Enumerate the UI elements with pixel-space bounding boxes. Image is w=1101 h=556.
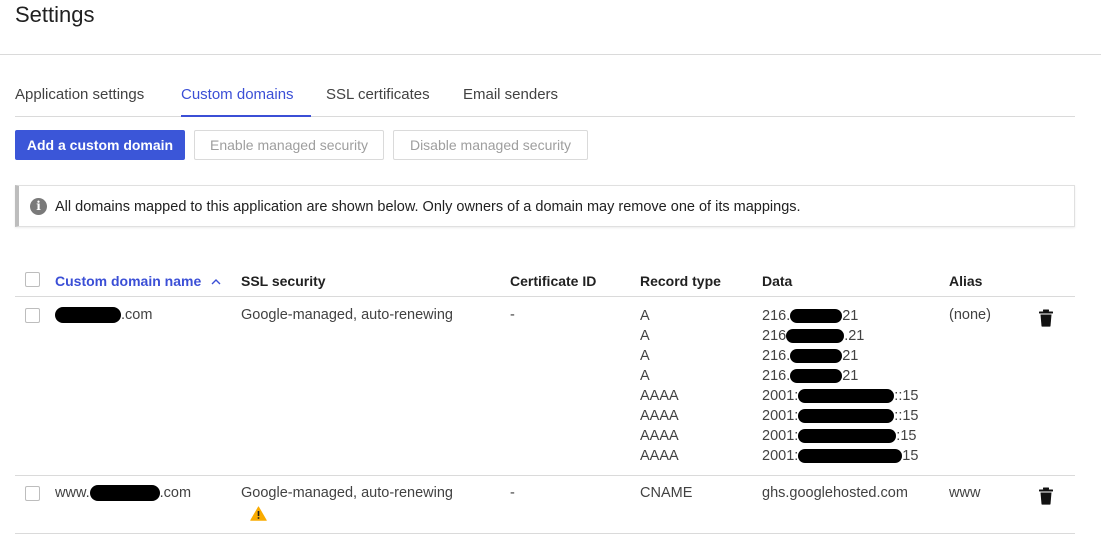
page-header: Settings — [0, 0, 1101, 55]
sort-ascending-icon — [211, 279, 221, 285]
redaction-mark — [798, 449, 903, 464]
domain-suffix: .com — [159, 485, 192, 501]
page-title: Settings — [15, 2, 95, 27]
domain-name-cell[interactable]: www. .com — [55, 485, 192, 502]
record-type: AAAA — [640, 448, 679, 464]
record-type: CNAME — [640, 485, 693, 501]
redaction-mark — [790, 349, 843, 364]
tab-custom-domains[interactable]: Custom domains — [181, 86, 294, 103]
redaction-mark — [798, 429, 897, 444]
tab-bar: Application settings Custom domains SSL … — [15, 76, 1075, 117]
alias-cell: (none) — [949, 307, 991, 323]
info-banner: i All domains mapped to this application… — [15, 185, 1075, 227]
record-type-list: A A A A AAAA AAAA AAAA AAAA — [640, 306, 679, 466]
column-header-ssl: SSL security — [241, 273, 326, 289]
record-data: 216.21 — [762, 326, 918, 346]
record-data-suffix: .21 — [844, 328, 865, 344]
info-icon: i — [30, 198, 47, 215]
record-type: AAAA — [640, 408, 679, 424]
column-header-domain[interactable]: Custom domain name — [55, 273, 221, 289]
active-tab-indicator — [181, 115, 311, 117]
column-header-alias: Alias — [949, 273, 983, 289]
column-header-domain-label: Custom domain name — [55, 273, 202, 289]
domains-table: Custom domain name SSL security Certific… — [15, 265, 1075, 534]
record-data-prefix: 216 — [762, 328, 787, 344]
record-data: ghs.googlehosted.com — [762, 485, 908, 501]
enable-managed-security-button[interactable]: Enable managed security — [194, 130, 384, 160]
record-data-prefix: 2001: — [762, 428, 799, 444]
record-data-prefix: 2001: — [762, 408, 799, 424]
record-data: 2001: :15 — [762, 426, 918, 446]
delete-icon[interactable] — [1038, 309, 1054, 327]
ssl-security-cell: Google-managed, auto-renewing — [241, 485, 453, 501]
record-type: A — [640, 328, 650, 344]
column-header-certificate-id: Certificate ID — [510, 273, 597, 289]
record-type: A — [640, 308, 650, 324]
record-type: A — [640, 368, 650, 384]
record-data-suffix: 21 — [842, 348, 859, 364]
redaction-mark — [798, 389, 895, 404]
column-header-record-type: Record type — [640, 273, 721, 289]
tab-application-settings[interactable]: Application settings — [15, 86, 144, 103]
record-data-prefix: 2001: — [762, 388, 799, 404]
select-all-checkbox[interactable] — [25, 272, 40, 287]
add-custom-domain-button[interactable]: Add a custom domain — [15, 130, 185, 160]
record-data: 216.21 — [762, 346, 918, 366]
domain-prefix: www. — [55, 485, 90, 501]
redaction-mark — [798, 409, 895, 424]
record-data: 216.21 — [762, 366, 918, 386]
record-data-suffix: ::15 — [894, 408, 919, 424]
record-data-suffix: ::15 — [894, 388, 919, 404]
record-data-prefix: 216. — [762, 308, 791, 324]
column-header-data: Data — [762, 273, 793, 289]
table-header: Custom domain name SSL security Certific… — [15, 265, 1075, 297]
ssl-security-cell: Google-managed, auto-renewing — [241, 307, 453, 323]
domain-suffix: .com — [121, 307, 153, 323]
redaction-mark — [89, 485, 160, 502]
record-data-prefix: 216. — [762, 348, 791, 364]
table-row: .com Google-managed, auto-renewing - A A… — [15, 297, 1075, 476]
row-checkbox[interactable] — [25, 486, 40, 501]
record-data-suffix: 21 — [842, 308, 859, 324]
redaction-mark — [790, 309, 843, 324]
domain-name-cell[interactable]: .com — [55, 307, 153, 324]
record-type: AAAA — [640, 428, 679, 444]
record-data: 216.21 — [762, 306, 918, 326]
record-data-list: 216. 21 216.21 216. 21 216. 21 2001:::15 20… — [762, 306, 918, 466]
alias-cell: www — [949, 485, 981, 501]
redaction-mark — [786, 329, 845, 344]
record-type: A — [640, 348, 650, 364]
record-data-suffix: 21 — [842, 368, 859, 384]
record-data-suffix: 15 — [902, 448, 919, 464]
disable-managed-security-button[interactable]: Disable managed security — [393, 130, 588, 160]
delete-icon[interactable] — [1038, 487, 1054, 505]
tab-ssl-certificates[interactable]: SSL certificates — [326, 86, 430, 103]
certificate-id-cell: - — [510, 307, 515, 323]
record-data: 2001: 15 — [762, 446, 918, 466]
record-data: 2001:::15 — [762, 386, 918, 406]
record-data: 2001:::15 — [762, 406, 918, 426]
info-message: All domains mapped to this application a… — [55, 199, 801, 215]
record-type: AAAA — [640, 388, 679, 404]
row-checkbox[interactable] — [25, 308, 40, 323]
tab-email-senders[interactable]: Email senders — [463, 86, 558, 103]
record-data-prefix: 2001: — [762, 448, 799, 464]
record-data-suffix: :15 — [896, 428, 917, 444]
warning-icon[interactable] — [250, 506, 267, 521]
table-row: www. .com Google-managed, auto-renewing -… — [15, 476, 1075, 534]
redaction-mark — [55, 307, 121, 324]
certificate-id-cell: - — [510, 485, 515, 501]
record-data-prefix: 216. — [762, 368, 791, 384]
redaction-mark — [790, 369, 843, 384]
